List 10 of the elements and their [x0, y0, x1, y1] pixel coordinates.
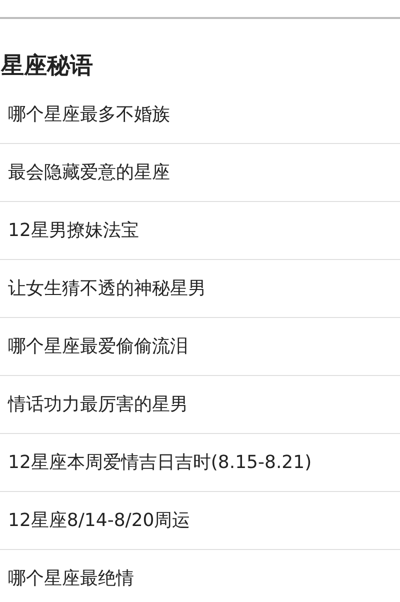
list-item[interactable]: 哪个星座最爱偷偷流泪 [0, 318, 400, 376]
list-item[interactable]: 12星座本周爱情吉日吉时(8.15-8.21) [0, 434, 400, 492]
list-item[interactable]: 让女生猜不透的神秘星男 [0, 260, 400, 318]
list-item[interactable]: 哪个星座最多不婚族 [0, 86, 400, 144]
page-title: 星座秘语 [0, 52, 94, 81]
list-item[interactable]: 情话功力最厉害的星男 [0, 376, 400, 434]
list-item[interactable]: 12星男撩妹法宝 [0, 202, 400, 260]
list-item[interactable]: 12星座8/14-8/20周运 [0, 492, 400, 550]
list-item[interactable]: 最会隐藏爱意的星座 [0, 144, 400, 202]
list-item[interactable]: 哪个星座最绝情 [0, 550, 400, 602]
